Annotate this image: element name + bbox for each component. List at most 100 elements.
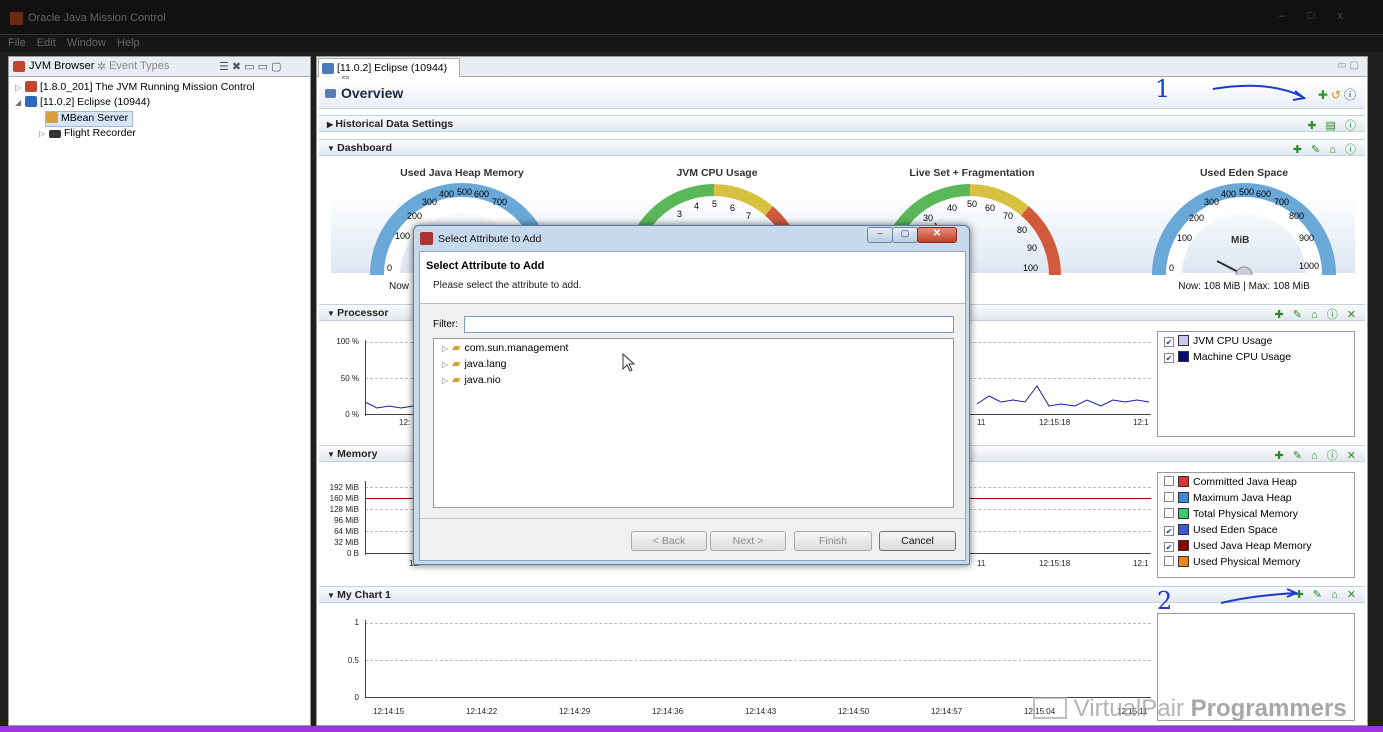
finish-button[interactable]: Finish [794,531,872,551]
gauge-title: Used Java Heap Memory [400,167,524,179]
legend-checkbox[interactable] [1164,508,1174,518]
collapse-arrow-icon[interactable]: ▼ [327,144,337,153]
help-icon[interactable]: ⓘ [1344,88,1359,102]
editor-tab-bar: [11.0.2] Eclipse (10944) ⊠ ▭ ▢ [317,57,1367,86]
axis-tick-label: 12:14:22 [466,707,498,716]
gauge-tick: 60 [985,203,995,213]
legend-label: Used Java Heap Memory [1193,540,1312,552]
flight-recorder-icon [49,130,61,138]
dialog-description: Please select the attribute to add. [433,280,582,291]
select-attribute-dialog: Select Attribute to Add – ▢ ✕ Select Att… [413,225,970,565]
section-title: My Chart 1 [337,589,391,601]
axis-tick-label: 128 MiB [329,505,359,514]
legend-item[interactable]: Used Physical Memory [1158,556,1354,572]
console-icon [322,63,334,74]
menu-edit[interactable]: Edit [37,37,56,49]
gauge-tick: 800 [1289,211,1304,221]
axis-tick-label: 100 % [336,337,359,346]
jvm-browser-panel: JVM Browser ✲ Event Types ☰ ✖ ▭ ▭ ▢ ▷ [1.… [8,56,311,726]
legend-item[interactable]: ✔ Used Java Heap Memory [1158,540,1354,556]
back-button[interactable]: < Back [631,531,707,551]
legend-item[interactable]: ✔ Machine CPU Usage [1158,351,1354,367]
tree-item-java-lang[interactable]: ▷ ▰ java.lang [442,357,507,373]
legend-checkbox[interactable]: ✔ [1164,353,1174,363]
refresh-icon[interactable]: ↺ [1331,88,1344,102]
annotation-number: 2 [1157,587,1173,615]
tree-item-com-sun-management[interactable]: ▷ ▰ com.sun.management [442,341,568,357]
expand-arrow-icon[interactable]: ▷ [15,83,25,92]
collapse-arrow-icon[interactable]: ▼ [327,591,337,600]
gauge-tick: 500 [1239,187,1254,197]
collapse-arrow-icon[interactable]: ▼ [327,309,337,318]
tab-jvm-browser[interactable]: JVM Browser [29,60,94,72]
section-my-chart[interactable]: ▼ My Chart 1 ✚ ✎ ⌂ ✕ [319,586,1365,603]
legend-checkbox[interactable] [1164,556,1174,566]
section-toolbar[interactable]: ✚ ✎ ⌂ ⓘ [1293,141,1359,157]
section-toolbar[interactable]: ✚ ▤ ⓘ [1307,117,1359,133]
section-dashboard[interactable]: ▼ Dashboard ✚ ✎ ⌂ ⓘ [319,139,1365,156]
tree-item-jvm-mission-control[interactable]: ▷ [1.8.0_201] The JVM Running Mission Con… [15,81,255,97]
tree-item-label: [11.0.2] Eclipse (10944) [40,96,151,108]
minimize-icon[interactable]: – [867,227,893,243]
tree-item-flight-recorder[interactable]: ▷ Flight Recorder [39,127,136,143]
gridline [365,660,1151,661]
legend-item[interactable]: Committed Java Heap [1158,476,1354,492]
gauge-tick: 7 [746,211,751,221]
maximize-icon[interactable]: ▢ [892,227,918,243]
section-toolbar[interactable]: ✚ ✎ ⌂ ⓘ ✕ [1274,447,1359,463]
processor-legend: ✔ JVM CPU Usage ✔ Machine CPU Usage [1157,331,1355,437]
collapse-arrow-icon[interactable]: ▼ [327,450,337,459]
legend-item[interactable]: Maximum Java Heap [1158,492,1354,508]
add-icon[interactable]: ✚ [1318,88,1331,102]
minimize-maximize-icon[interactable]: ▭ ▢ [1337,60,1359,71]
legend-checkbox[interactable]: ✔ [1164,542,1174,552]
legend-checkbox[interactable]: ✔ [1164,337,1174,347]
y-axis [365,620,366,698]
gauge-tick: 500 [457,187,472,197]
legend-swatch [1178,540,1189,551]
axis-tick-label: 1 [354,618,359,627]
legend-checkbox[interactable]: ✔ [1164,526,1174,536]
gauge-tick: 70 [1003,211,1013,221]
gauge-tick: 300 [422,197,437,207]
panel-toolbar-icons[interactable]: ☰ ✖ ▭ ▭ ▢ [219,60,281,73]
axis-tick-label: 64 MiB [334,527,359,536]
jvm-browser-icon [13,61,25,72]
legend-checkbox[interactable] [1164,476,1174,486]
tab-eclipse-console[interactable]: [11.0.2] Eclipse (10944) ⊠ [318,58,460,86]
tab-event-types[interactable]: Event Types [109,60,169,72]
mouse-cursor-icon [622,353,636,372]
axis-tick-label: 160 MiB [329,494,359,503]
expand-arrow-icon[interactable]: ▷ [442,376,452,385]
expand-arrow-icon[interactable]: ▷ [442,360,452,369]
legend-item[interactable]: ✔ Used Eden Space [1158,524,1354,540]
window-controls[interactable]: – □ x [1279,10,1353,22]
menu-window[interactable]: Window [67,37,106,49]
axis-tick-label: 11 [977,559,986,568]
filter-input[interactable] [464,316,954,333]
tree-item-eclipse[interactable]: ◢ [11.0.2] Eclipse (10944) [15,96,150,112]
tree-item-label: java.lang [464,358,507,370]
overview-toolbar: ✚↺ⓘ [1318,86,1359,103]
legend-checkbox[interactable] [1164,492,1174,502]
close-icon[interactable]: ✕ [917,227,957,243]
tree-item-label: Flight Recorder [64,127,136,139]
cancel-button[interactable]: Cancel [879,531,956,551]
expand-arrow-icon[interactable]: ▷ [39,129,49,138]
legend-item[interactable]: Total Physical Memory [1158,508,1354,524]
event-types-icon: ✲ [97,61,107,73]
section-toolbar[interactable]: ✚ ✎ ⌂ ⓘ ✕ [1274,306,1359,322]
menu-help[interactable]: Help [117,37,140,49]
collapse-arrow-icon[interactable]: ◢ [15,98,25,107]
dialog-body: Select Attribute to Add Please select th… [419,251,966,561]
section-toolbar[interactable]: ✚ ✎ ⌂ ✕ [1295,588,1359,601]
tree-item-java-nio[interactable]: ▷ ▰ java.nio [442,373,501,389]
legend-item[interactable]: ✔ JVM CPU Usage [1158,335,1354,351]
menu-file[interactable]: File [8,37,26,49]
tree-item-mbean-server[interactable]: MBean Server [45,111,134,127]
section-historical-data[interactable]: ▶ Historical Data Settings ✚ ▤ ⓘ [319,115,1365,132]
annotation-arrow-icon [1212,84,1307,101]
expand-arrow-icon[interactable]: ▷ [442,344,452,353]
gauge-tick: 200 [407,211,422,221]
next-button[interactable]: Next > [710,531,786,551]
